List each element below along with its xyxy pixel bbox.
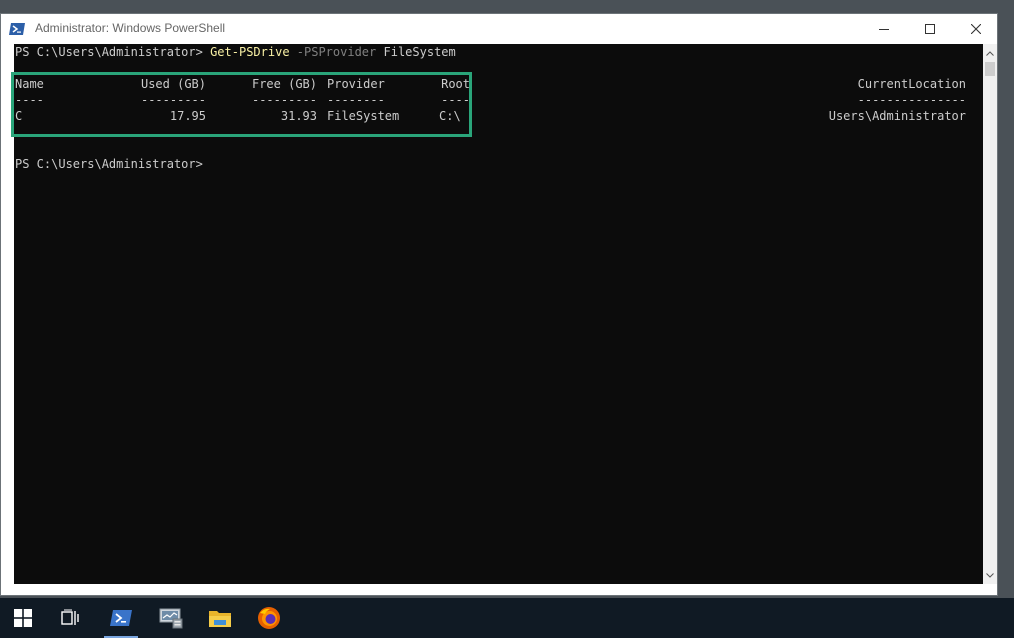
command-line: PS C:\Users\Administrator> Get-PSDrive -… (15, 44, 456, 60)
title-bar[interactable]: Administrator: Windows PowerShell (1, 14, 997, 44)
scroll-thumb[interactable] (985, 62, 995, 76)
prompt: PS C:\Users\Administrator> (15, 157, 203, 171)
scroll-up-button[interactable] (983, 46, 997, 60)
scroll-down-button[interactable] (983, 568, 997, 582)
task-view-icon (61, 609, 79, 625)
col-header-provider: Provider (327, 77, 385, 91)
cell-name: C (15, 109, 23, 123)
col-header-root: Root (441, 77, 470, 91)
powershell-icon (9, 23, 25, 35)
console-output[interactable]: PS C:\Users\Administrator> Get-PSDrive -… (11, 44, 983, 584)
cell-root: C:\ (439, 109, 461, 123)
server-manager-icon (159, 608, 183, 629)
firefox-icon (258, 607, 280, 629)
chevron-up-icon (986, 50, 994, 56)
parameter-value: FileSystem (376, 45, 456, 59)
powershell-icon (110, 610, 132, 626)
separator-root: ---- (441, 93, 470, 107)
minimize-button[interactable] (861, 14, 907, 44)
taskbar-server-manager[interactable] (148, 598, 194, 638)
col-header-current-location: CurrentLocation (857, 77, 966, 91)
powershell-window: Administrator: Windows PowerShell PS C:\… (0, 13, 998, 596)
maximize-icon (925, 24, 935, 34)
maximize-button[interactable] (907, 14, 953, 44)
taskbar (0, 598, 1014, 638)
taskbar-file-explorer[interactable] (197, 598, 243, 638)
separator-provider: -------- (327, 93, 385, 107)
cell-used: 17.95 (169, 109, 206, 123)
chevron-down-icon (986, 572, 994, 578)
cell-current-location: Users\Administrator (828, 109, 966, 123)
window-title: Administrator: Windows PowerShell (35, 21, 226, 35)
separator-current-location: --------------- (857, 93, 966, 107)
command-name: Get-PSDrive (210, 45, 290, 59)
col-header-free: Free (GB) (251, 77, 317, 91)
start-icon (14, 609, 32, 627)
task-view-button[interactable] (48, 598, 94, 638)
parameter-name: -PSProvider (289, 45, 377, 59)
close-button[interactable] (953, 14, 999, 44)
file-explorer-icon (209, 611, 231, 627)
close-icon (971, 24, 981, 34)
separator-name: ---- (15, 93, 44, 107)
start-button[interactable] (0, 598, 46, 638)
taskbar-firefox[interactable] (246, 598, 292, 638)
col-header-used: Used (GB) (140, 77, 206, 91)
vertical-scrollbar[interactable] (983, 44, 997, 584)
cell-provider: FileSystem (327, 109, 400, 123)
minimize-icon (879, 29, 889, 30)
prompt-line: PS C:\Users\Administrator> (15, 156, 203, 172)
col-header-name: Name (15, 77, 44, 91)
cell-free: 31.93 (280, 109, 317, 123)
separator-free: --------- (251, 93, 317, 107)
taskbar-powershell[interactable] (98, 598, 144, 638)
prompt: PS C:\Users\Administrator> (15, 45, 211, 59)
separator-used: --------- (140, 93, 206, 107)
